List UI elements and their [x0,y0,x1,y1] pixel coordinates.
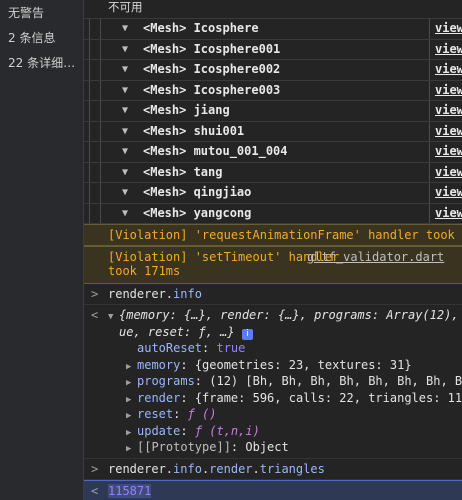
source-link[interactable]: gltf_validator.dart [307,250,444,264]
chevron-left-icon: < [91,308,99,322]
property-programs[interactable]: ▶ programs: (12) [Bh, Bh, Bh, Bh, Bh, Bh,… [108,373,462,390]
caret-down-icon[interactable]: ▼ [122,163,128,183]
mesh-label: <Mesh> mutou_001_004 [143,144,288,158]
info-icon[interactable]: i [241,328,253,340]
mesh-label: <Mesh> Icosphere001 [143,41,281,56]
view-link[interactable]: view [435,40,462,60]
mesh-table: ▼ <Mesh> Icosphere view ▼ <Mesh> Icosphere00… [84,19,462,224]
property-render[interactable]: ▶ render: {frame: 596, calls: 22, triangl… [108,390,462,407]
console-main: 不可用 ▼ <Mesh> Icosphere view ▼ <Mesh> Icosphe… [84,0,462,500]
property-autoReset: autoReset: true [137,341,246,355]
command-text: renderer.info [108,287,202,301]
mesh-row[interactable]: ▼ <Mesh> Icosphere002 view [84,60,462,81]
console-sidebar: 无警告 2 条信息 22 条详细… [0,0,84,500]
mesh-row[interactable]: ▼ <Mesh> jiang view [84,101,462,122]
mesh-label: <Mesh> yangcong [143,205,252,220]
mesh-row[interactable]: ▼ <Mesh> shui001 view [84,121,462,142]
caret-down-icon[interactable]: ▼ [122,122,128,142]
view-link[interactable]: view [435,60,462,80]
mesh-row[interactable]: ▼ <Mesh> qingjiao view [84,183,462,204]
violation-message-raf: [Violation] 'requestAnimationFrame' hand… [84,224,462,246]
mesh-label: <Mesh> Icosphere002 [143,62,281,76]
mesh-row[interactable]: ▼ <Mesh> yangcong view [84,203,462,224]
caret-down-icon[interactable]: ▼ [122,101,128,121]
view-link[interactable]: view [435,122,462,142]
property-reset[interactable]: ▶ reset: ƒ () [108,406,462,423]
sidebar-item-info[interactable]: 2 条信息 [0,26,83,51]
caret-down-icon[interactable]: ▼ [122,142,128,162]
caret-down-icon[interactable]: ▼ [122,81,128,101]
console-input-echo-2: > renderer.info.render.triangles [84,459,462,480]
property-prototype[interactable]: ▶ [[Prototype]]: Object [108,439,462,456]
caret-down-icon[interactable]: ▼ [108,309,119,326]
view-link[interactable]: view [435,81,462,101]
violation-duration: took 171ms [108,264,181,278]
result-value: 115871 [108,483,152,498]
unavailable-label: 不可用 [84,0,462,19]
sidebar-item-verbose[interactable]: 22 条详细… [0,51,83,76]
caret-down-icon[interactable]: ▼ [122,204,128,224]
command-text: renderer.info.render.triangles [108,461,325,476]
mesh-label: <Mesh> shui001 [143,123,245,138]
chevron-left-icon: < [91,483,99,498]
caret-down-icon[interactable]: ▼ [122,183,128,203]
mesh-row[interactable]: ▼ <Mesh> mutou_001_004 view [84,142,462,163]
view-link[interactable]: view [435,101,462,121]
view-link[interactable]: view [435,19,462,39]
violation-text: [Violation] 'setTimeout' handler [108,250,340,264]
caret-right-icon[interactable]: ▶ [126,441,137,458]
mesh-label: <Mesh> Icosphere003 [143,82,281,97]
console-input-echo: > renderer.info [84,284,462,305]
mesh-label: <Mesh> jiang [143,103,230,117]
mesh-label: <Mesh> Icosphere [143,21,259,35]
view-link[interactable]: view [435,183,462,203]
caret-down-icon[interactable]: ▼ [122,19,128,39]
mesh-row[interactable]: ▼ <Mesh> Icosphere view [84,19,462,40]
view-link[interactable]: view [435,142,462,162]
mesh-label: <Mesh> tang [143,164,223,179]
view-link[interactable]: view [435,204,462,224]
property-memory[interactable]: ▶ memory: {geometries: 23, textures: 31} [108,357,462,374]
mesh-label: <Mesh> qingjiao [143,185,252,199]
chevron-right-icon: > [91,461,99,476]
sidebar-item-warnings[interactable]: 无警告 [0,1,83,26]
caret-down-icon[interactable]: ▼ [122,40,128,60]
object-summary[interactable]: ▼ {memory: {…}, render: {…}, programs: Ar… [108,307,462,324]
view-link[interactable]: view [435,163,462,183]
mesh-row[interactable]: ▼ <Mesh> tang view [84,162,462,183]
violation-text: [Violation] 'requestAnimationFrame' hand… [108,228,462,242]
mesh-row[interactable]: ▼ <Mesh> Icosphere001 view [84,39,462,60]
property-update[interactable]: ▶ update: ƒ (t,n,i) [108,423,462,440]
chevron-right-icon: > [91,287,99,301]
mesh-row[interactable]: ▼ <Mesh> Icosphere003 view [84,80,462,101]
violation-message-timeout: [Violation] 'setTimeout' handler gltf_va… [84,246,462,284]
result-output: < 115871 [84,479,462,500]
caret-down-icon[interactable]: ▼ [122,60,128,80]
object-output: < ▼ {memory: {…}, render: {…}, programs: … [84,305,462,459]
